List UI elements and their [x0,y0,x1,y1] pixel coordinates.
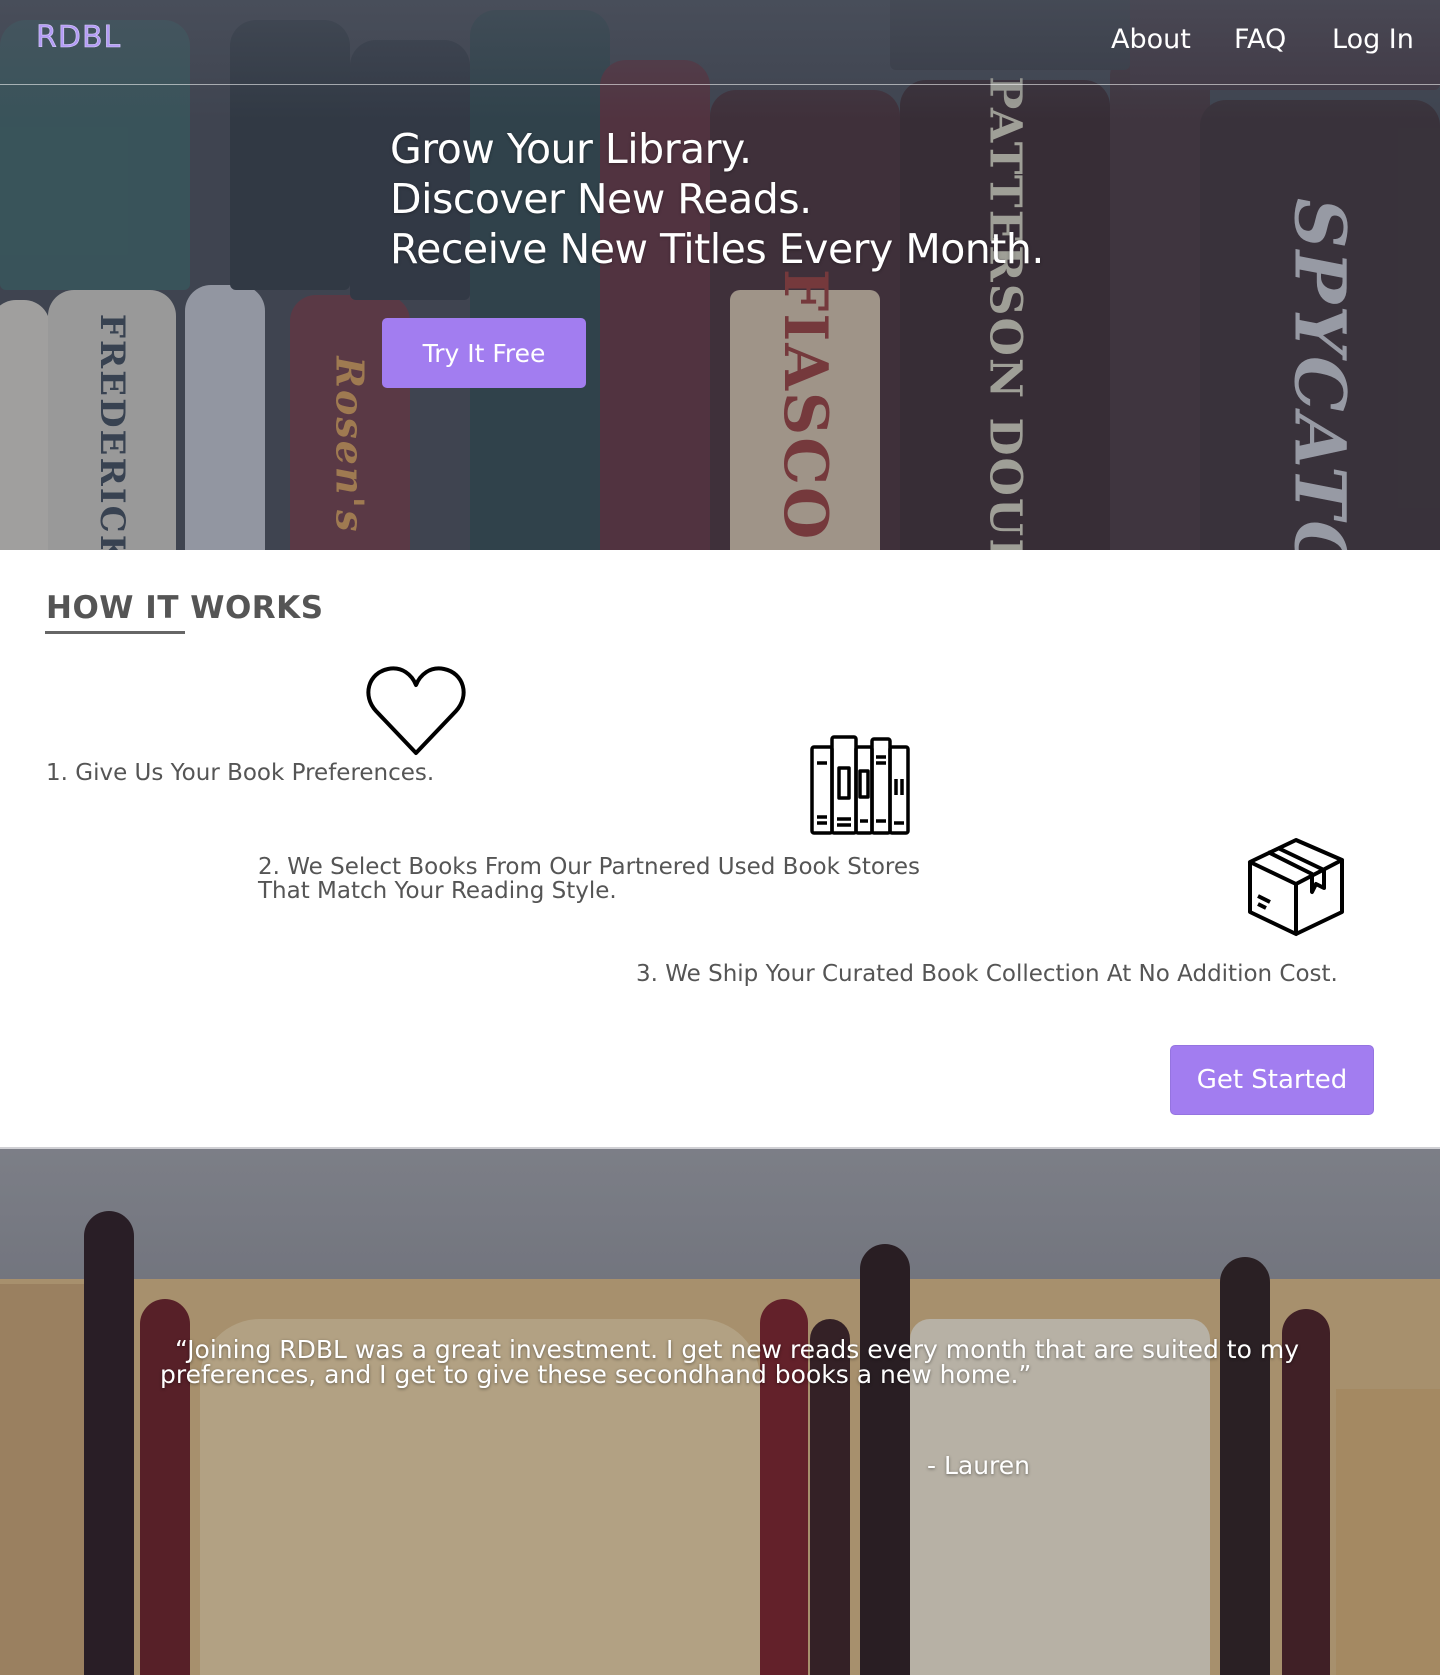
hero-section: FREDERICK Rosen's FIASCO PATTERSON DOUBL… [0,0,1440,550]
testimonial-overlay [0,1149,1440,1675]
step-2-line: That Match Your Reading Style. [258,878,617,904]
headline-line: Discover New Reads. [390,175,812,223]
how-it-works-section: HOW IT WORKS 1. Give Us Your Book Prefer… [0,550,1440,1147]
box-icon [1246,834,1346,942]
testimonial-author: - Lauren [927,1451,1031,1480]
navbar: RDBL About FAQ Log In [0,0,1440,85]
headline-line: Grow Your Library. [390,125,752,173]
books-icon [808,733,912,841]
try-it-free-button[interactable]: Try It Free [382,318,586,388]
nav-link-about[interactable]: About [1111,24,1191,55]
logo[interactable]: RDBL [36,20,121,56]
testimonial-quote: “Joining RDBL was a great investment. I … [160,1337,1310,1387]
hero-headline: Grow Your Library. Discover New Reads. R… [390,124,1044,274]
headline-line: Receive New Titles Every Month. [390,225,1044,273]
step-2-text: 2. We Select Books From Our Partnered Us… [258,855,920,903]
get-started-button[interactable]: Get Started [1170,1045,1374,1115]
step-1-text: 1. Give Us Your Book Preferences. [46,760,435,786]
nav-link-login[interactable]: Log In [1332,24,1414,55]
quote-line: preferences, and I get to give these sec… [160,1360,1032,1389]
step-3-text: 3. We Ship Your Curated Book Collection … [636,961,1338,987]
quote-line: “Joining RDBL was a great investment. I … [175,1335,1299,1364]
testimonial-section: “Joining RDBL was a great investment. I … [0,1147,1440,1675]
nav-link-faq[interactable]: FAQ [1234,24,1286,55]
section-title: HOW IT WORKS [46,590,324,626]
step-2-line: 2. We Select Books From Our Partnered Us… [258,854,921,880]
title-underline [45,631,185,634]
heart-icon [364,663,468,763]
